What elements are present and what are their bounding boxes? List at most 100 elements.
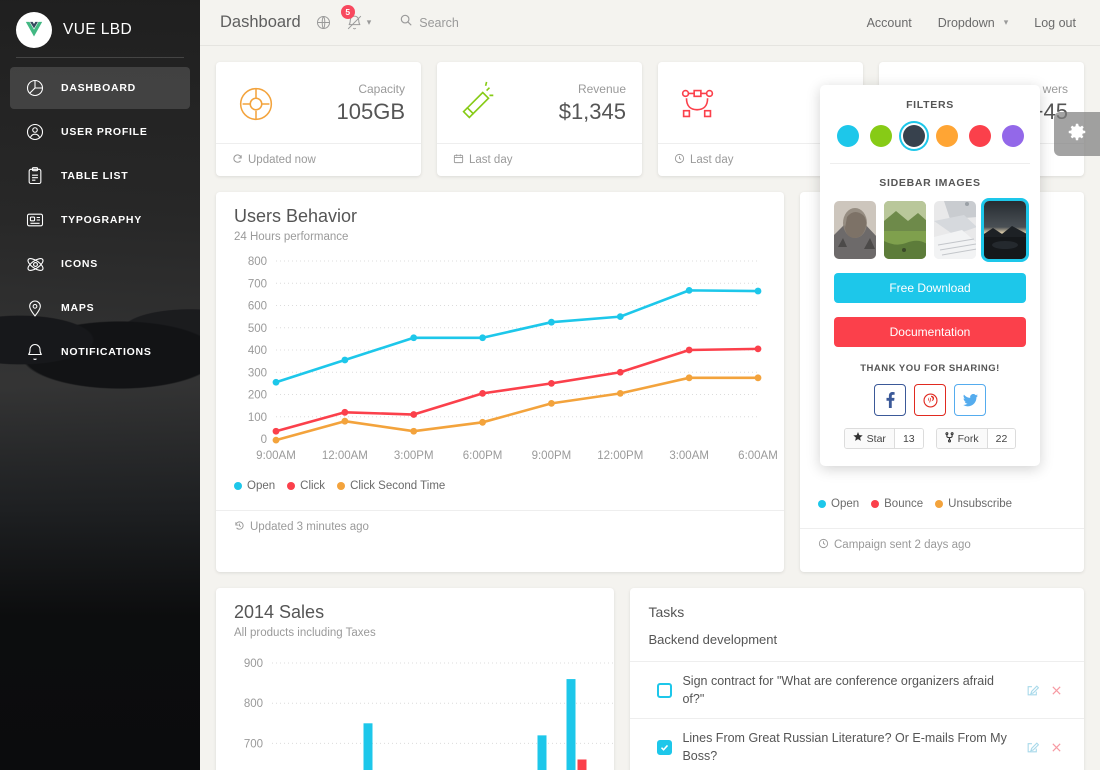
sidebar-item-user-profile[interactable]: USER PROFILE xyxy=(10,111,190,153)
pie-chart-icon xyxy=(24,77,46,99)
twitter-icon[interactable] xyxy=(954,384,986,416)
color-swatch-azure[interactable] xyxy=(837,125,859,147)
refresh-icon xyxy=(232,153,243,167)
legend-color-dot xyxy=(234,482,242,490)
close-icon[interactable] xyxy=(1051,742,1062,753)
star-button[interactable]: Star xyxy=(845,429,894,448)
stat-footer-label: Last day xyxy=(690,154,733,166)
svg-text:100: 100 xyxy=(248,412,267,424)
vector-nodes-icon xyxy=(674,80,722,128)
account-link[interactable]: Account xyxy=(867,16,912,30)
legend-item: Open xyxy=(818,498,859,510)
svg-text:6:00AM: 6:00AM xyxy=(738,450,778,462)
pinterest-icon[interactable] xyxy=(914,384,946,416)
atom-icon xyxy=(24,253,46,275)
chart-legend: Open Bounce Unsubscribe xyxy=(800,492,1084,510)
brand[interactable]: VUE LBD xyxy=(0,0,200,47)
github-star-group: Star 13 xyxy=(844,428,924,449)
dropdown-link[interactable]: Dropdown ▾ xyxy=(938,16,1009,30)
legend-label: Bounce xyxy=(884,498,923,510)
sidebar-item-table-list[interactable]: TABLE LIST xyxy=(10,155,190,197)
divider xyxy=(830,163,1030,164)
users-behavior-card: Users Behavior 24 Hours performance 0100… xyxy=(216,192,784,572)
svg-text:800: 800 xyxy=(244,698,263,710)
color-swatch-black[interactable] xyxy=(903,125,925,147)
bell-icon xyxy=(24,341,46,363)
sales-bar-chart: 400500600700800900 xyxy=(220,653,614,770)
sidebar-item-typography[interactable]: TYPOGRAPHY xyxy=(10,199,190,241)
sidebar-item-notifications[interactable]: NOTIFICATIONS xyxy=(10,331,190,373)
fork-button[interactable]: Fork xyxy=(937,429,987,448)
chevron-down-icon: ▾ xyxy=(1004,17,1009,28)
stat-footer-label: Updated now xyxy=(248,154,316,166)
task-row: Sign contract for "What are conference o… xyxy=(630,661,1084,718)
svg-text:3:00PM: 3:00PM xyxy=(394,450,434,462)
share-title: THANK YOU FOR SHARING! xyxy=(834,363,1026,374)
dropdown-label: Dropdown xyxy=(938,16,995,30)
edit-icon[interactable] xyxy=(1026,741,1039,754)
users-behavior-line-chart: 01002003004005006007008009:00AM12:00AM3:… xyxy=(220,249,780,469)
notifications-button[interactable]: 5 ▾ xyxy=(346,14,372,31)
sidebar-item-label: TYPOGRAPHY xyxy=(61,214,142,226)
sidebar-image-night-lake[interactable] xyxy=(984,201,1026,259)
sidebar-images-title: SIDEBAR IMAGES xyxy=(834,177,1026,189)
sidebar-nav: DASHBOARD USER PROFILE xyxy=(0,67,200,373)
filters-title: FILTERS xyxy=(834,99,1026,111)
checkbox-unchecked-icon xyxy=(657,683,672,698)
sidebar-image-portrait-double-exposure[interactable] xyxy=(834,201,876,259)
logout-link[interactable]: Log out xyxy=(1034,16,1076,30)
clock-icon xyxy=(818,538,829,552)
search-button[interactable]: Search xyxy=(399,13,459,32)
chart-subtitle: 24 Hours performance xyxy=(234,231,766,243)
color-swatch-orange[interactable] xyxy=(936,125,958,147)
color-swatch-green[interactable] xyxy=(870,125,892,147)
legend-color-dot xyxy=(818,500,826,508)
free-download-button[interactable]: Free Download xyxy=(834,273,1026,303)
facebook-icon[interactable] xyxy=(874,384,906,416)
sidebar-item-icons[interactable]: ICONS xyxy=(10,243,190,285)
svg-text:9:00AM: 9:00AM xyxy=(256,450,296,462)
map-pin-icon xyxy=(24,297,46,319)
legend-color-dot xyxy=(287,482,295,490)
sidebar: VUE LBD DASHBOARD xyxy=(0,0,200,770)
bottom-row: 2014 Sales All products including Taxes … xyxy=(216,588,1084,770)
chart-subtitle: All products including Taxes xyxy=(234,627,596,639)
legend-item: Unsubscribe xyxy=(935,498,1012,510)
tasks-card: Tasks Backend development Sign contract … xyxy=(630,588,1084,770)
task-checkbox[interactable] xyxy=(646,740,682,755)
stat-card-capacity: Capacity 105GB Updated now xyxy=(216,62,421,176)
svg-text:200: 200 xyxy=(248,390,267,402)
task-checkbox[interactable] xyxy=(646,683,682,698)
clock-icon xyxy=(674,153,685,167)
sidebar-image-green-valley[interactable] xyxy=(884,201,926,259)
close-icon[interactable] xyxy=(1051,685,1062,696)
legend-color-dot xyxy=(935,500,943,508)
user-circle-icon xyxy=(24,121,46,143)
panel-chevron-icon xyxy=(1040,252,1058,294)
settings-toggle-button[interactable] xyxy=(1054,112,1100,156)
sidebar-item-maps[interactable]: MAPS xyxy=(10,287,190,329)
sidebar-image-options xyxy=(834,201,1026,259)
sidebar-image-desk-keyboard[interactable] xyxy=(934,201,976,259)
calendar-icon xyxy=(453,153,464,167)
tasks-list: Sign contract for "What are conference o… xyxy=(630,661,1084,770)
topbar-right-links: Account Dropdown ▾ Log out xyxy=(867,16,1100,30)
stat-footer: Updated now xyxy=(232,144,405,167)
megaphone-icon xyxy=(453,80,501,128)
documentation-button[interactable]: Documentation xyxy=(834,317,1026,347)
color-swatch-purple[interactable] xyxy=(1002,125,1024,147)
tasks-subtitle: Backend development xyxy=(648,632,1066,647)
edit-icon[interactable] xyxy=(1026,684,1039,697)
sidebar-item-dashboard[interactable]: DASHBOARD xyxy=(10,67,190,109)
globe-icon[interactable] xyxy=(315,14,332,31)
vue-logo-icon xyxy=(16,12,52,48)
task-row: Lines From Great Russian Literature? Or … xyxy=(630,718,1084,770)
legend-item: Open xyxy=(234,480,275,492)
svg-text:9:00PM: 9:00PM xyxy=(532,450,572,462)
stat-label: Revenue xyxy=(559,82,626,98)
stat-footer-label: Last day xyxy=(469,154,512,166)
color-swatch-red[interactable] xyxy=(969,125,991,147)
legend-color-dot xyxy=(871,500,879,508)
notification-badge: 5 xyxy=(341,5,355,19)
svg-text:500: 500 xyxy=(248,323,267,335)
